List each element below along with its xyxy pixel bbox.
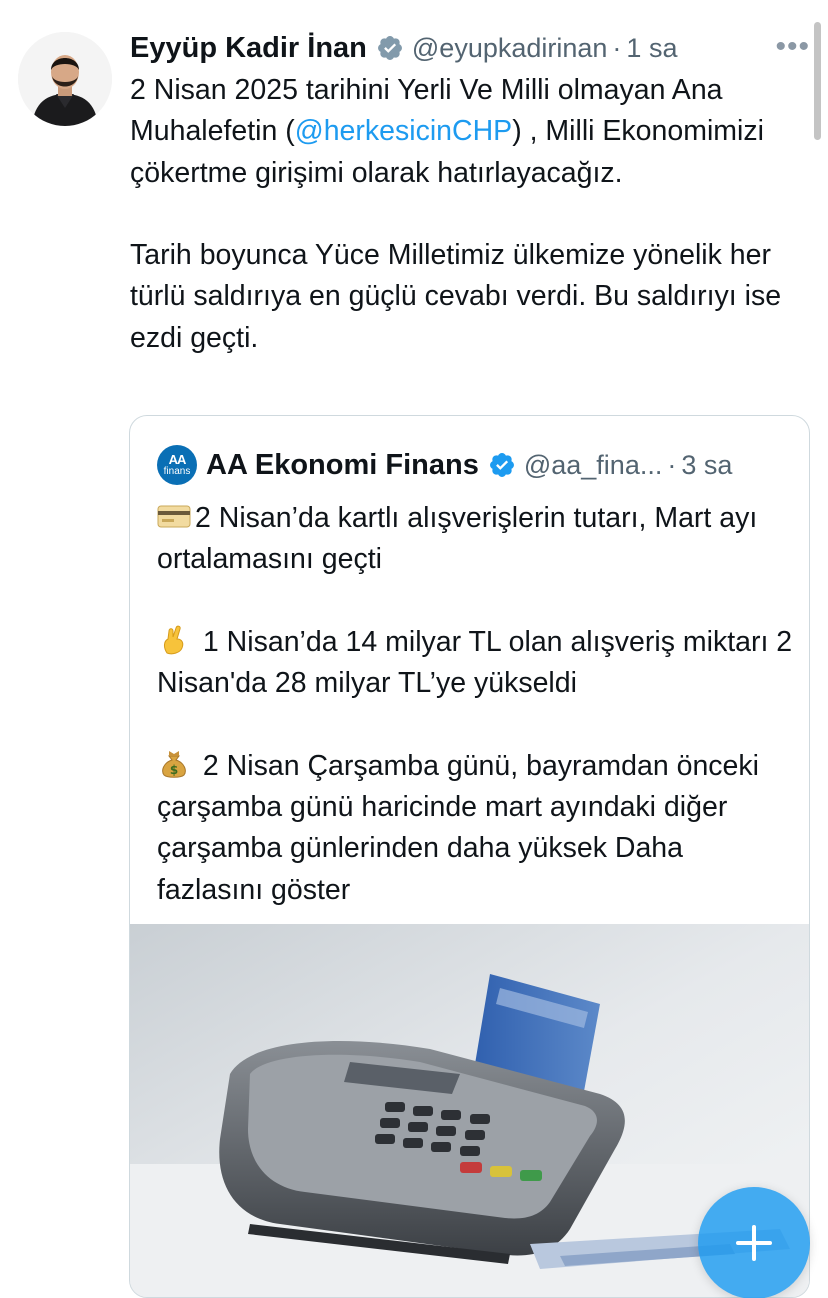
quoted-tweet-text: 2 Nisan’da kartlı alışverişlerin tutarı,…	[157, 498, 797, 911]
compose-button[interactable]	[698, 1187, 810, 1298]
quoted-paragraph-3: 2 Nisan Çarşamba günü, bayramdan önceki …	[157, 749, 767, 906]
verified-badge-icon	[377, 36, 402, 60]
separator-dot: ·	[612, 32, 622, 63]
svg-text:$: $	[170, 763, 178, 777]
separator-dot: ·	[667, 449, 677, 480]
tweet-time[interactable]: 1 sa	[626, 33, 677, 64]
author-avatar[interactable]	[18, 32, 112, 126]
quoted-paragraph-2: 1 Nisan’da 14 milyar TL olan alışveriş m…	[157, 625, 801, 700]
tweet-text: 2 Nisan 2025 tarihini Yerli Ve Milli olm…	[130, 70, 820, 359]
quoted-author-avatar[interactable]: AA finans	[157, 445, 197, 485]
author-handle[interactable]: @eyupkadirinan	[412, 33, 608, 64]
tweet-header: Eyyüp Kadir İnan @eyupkadirinan · 1 sa •…	[130, 28, 810, 68]
verified-badge-icon	[489, 453, 514, 477]
tweet-text-part-2: ) , Milli Ekonomimizi çökertme girişimi …	[130, 115, 782, 354]
quoted-author-handle[interactable]: @aa_fina...	[524, 450, 663, 481]
money-bag-emoji: $	[162, 750, 186, 778]
author-name[interactable]: Eyyüp Kadir İnan	[130, 32, 367, 65]
credit-card-emoji	[157, 505, 191, 528]
quoted-author-name[interactable]: AA Ekonomi Finans	[206, 449, 479, 482]
avatar-logo-subtext: finans	[163, 466, 191, 477]
more-options-icon[interactable]: •••	[775, 30, 810, 64]
quoted-paragraph-1: 2 Nisan’da kartlı alışverişlerin tutarı,…	[157, 502, 766, 576]
crossed-fingers-emoji	[164, 625, 184, 655]
tweet-detail-screen: Eyyüp Kadir İnan @eyupkadirinan · 1 sa •…	[0, 0, 828, 1298]
quoted-tweet-header: AA finans AA Ekonomi Finans @aa_fina... …	[157, 445, 797, 485]
quoted-tweet-time[interactable]: 3 sa	[681, 450, 732, 481]
plus-icon	[736, 1225, 772, 1261]
mention-link[interactable]: @herkesicinCHP	[295, 115, 512, 147]
avatar-logo-text: AA	[168, 452, 187, 467]
quoted-tweet-card[interactable]: AA finans AA Ekonomi Finans @aa_fina... …	[129, 415, 810, 1298]
